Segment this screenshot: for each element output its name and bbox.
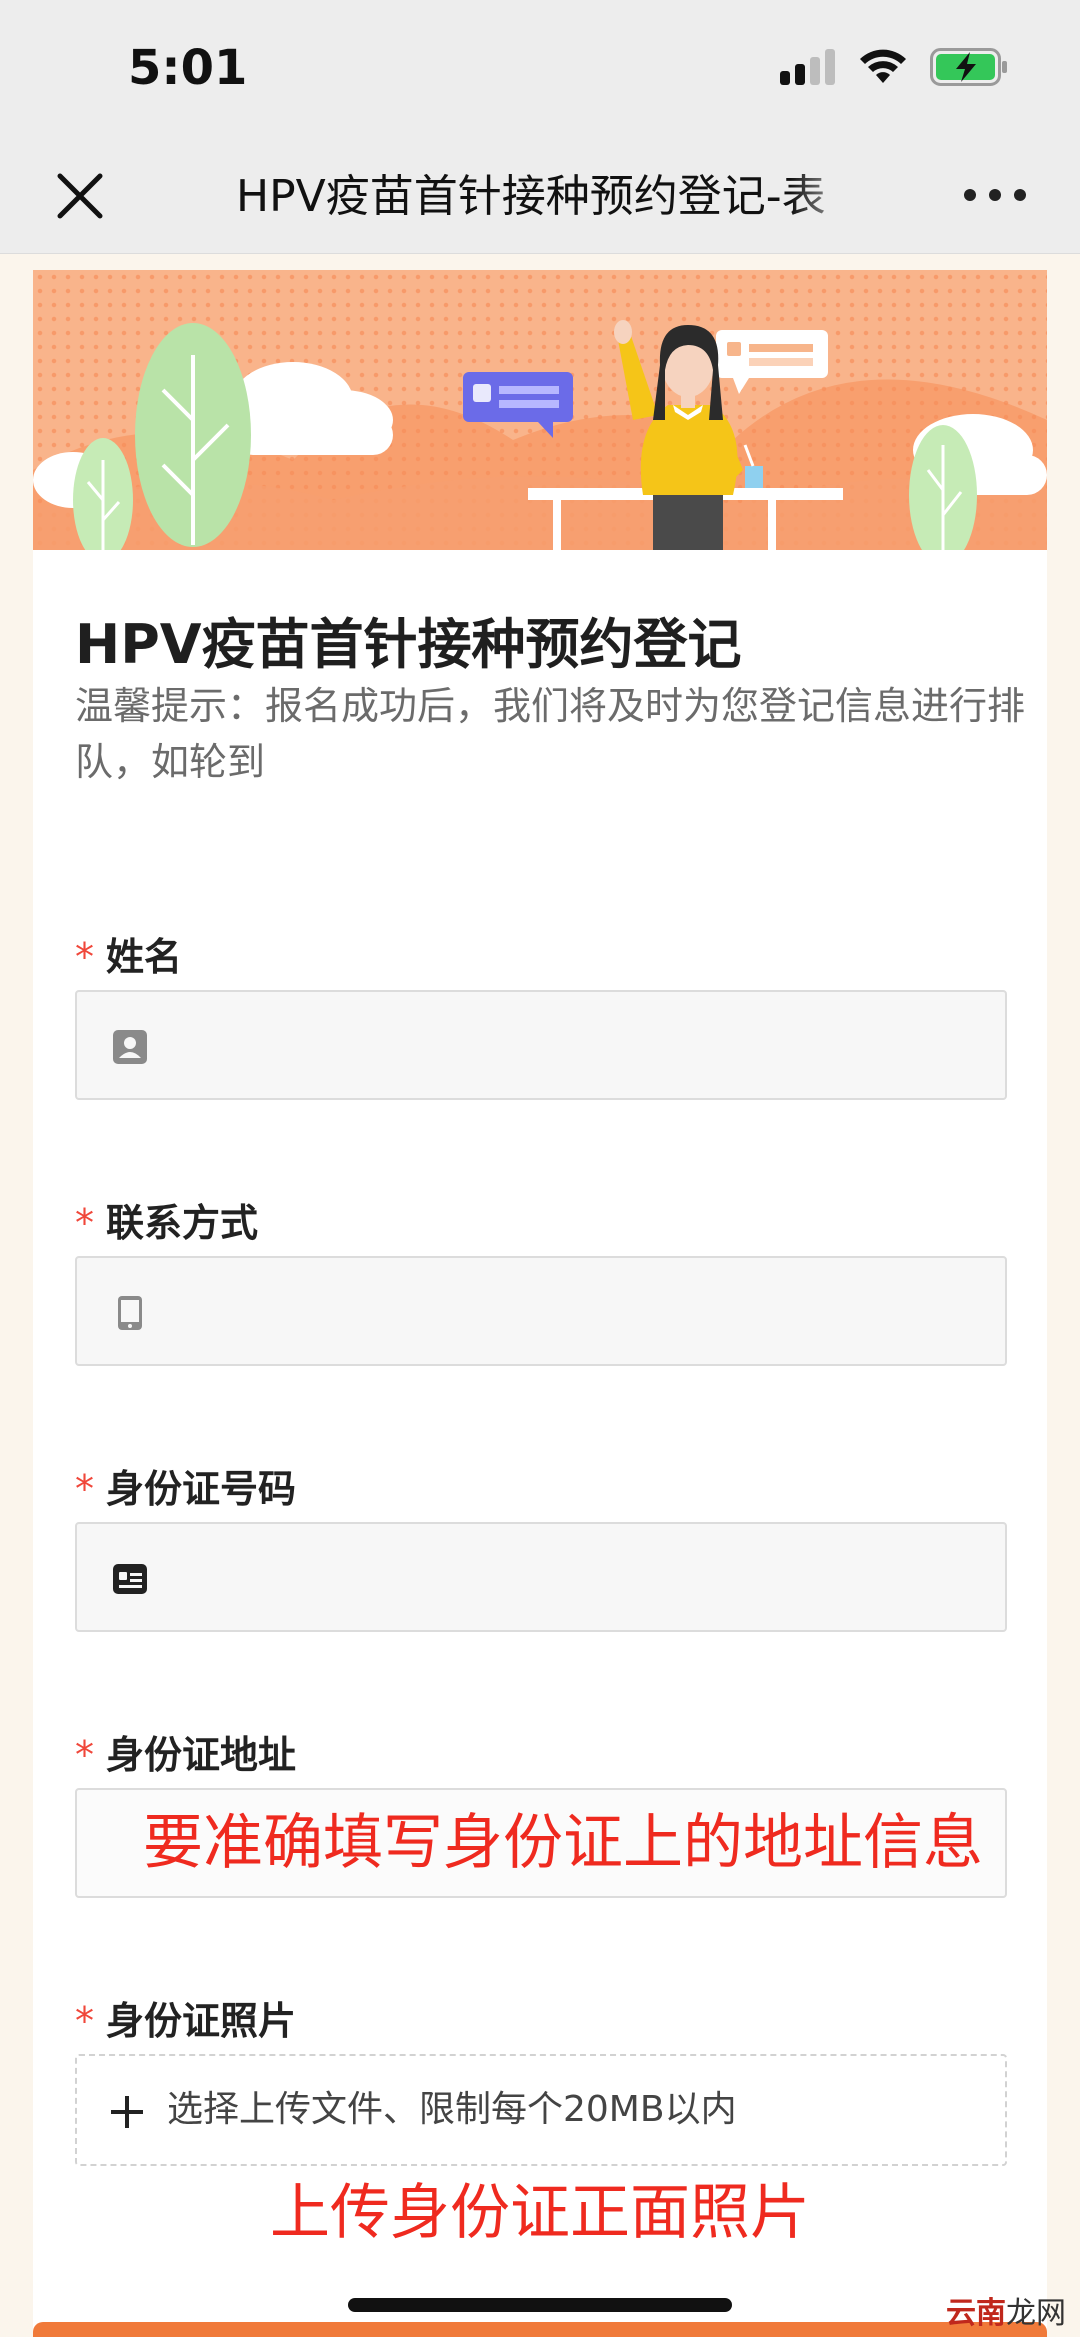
submit-button[interactable] [33, 2322, 1047, 2337]
home-indicator [348, 2298, 732, 2312]
person-card-icon [113, 1030, 147, 1064]
required-mark: * [75, 1201, 94, 1245]
field-label-text: 身份证照片 [106, 1999, 297, 2043]
watermark: 云南龙网 [946, 2288, 1066, 2332]
banner-art [33, 320, 1047, 550]
status-icons [780, 48, 1008, 86]
watermark-part-1: 云南 [946, 2296, 1006, 2331]
nav-bar: HPV疫苗首针接种预约登记-表 [0, 140, 1080, 254]
name-field[interactable] [75, 990, 1007, 1100]
status-time: 5:01 [128, 40, 248, 96]
id-address-field[interactable]: 要准确填写身份证上的地址信息 [75, 1788, 1007, 1898]
address-annotation: 要准确填写身份证上的地址信息 [143, 1808, 983, 1878]
field-label-text: 身份证地址 [106, 1733, 297, 1777]
battery-charging-icon [930, 48, 1007, 86]
watermark-part-2: 龙网 [1006, 2296, 1066, 2331]
field-label-text: 身份证号码 [106, 1467, 297, 1511]
photo-annotation: 上传身份证正面照片 [270, 2178, 810, 2248]
nav-title: HPV疫苗首针接种预约登记-表 [236, 171, 826, 222]
close-icon[interactable] [50, 166, 110, 226]
required-mark: * [75, 1467, 94, 1511]
form-title: HPV疫苗首针接种预约登记 [75, 613, 742, 676]
field-label-id-address: * 身份证地址 [75, 1724, 296, 1779]
phone-icon [118, 1296, 142, 1330]
wifi-icon [860, 49, 906, 83]
field-label-name: * 姓名 [75, 926, 182, 981]
status-bar: 5:01 [0, 0, 1080, 140]
upload-text: 选择上传文件、限制每个20MB以内 [167, 2089, 737, 2130]
field-label-id-photo: * 身份证照片 [75, 1990, 296, 2045]
field-label-phone: * 联系方式 [75, 1192, 258, 1247]
required-mark: * [75, 1999, 94, 2043]
plus-icon [111, 2096, 143, 2128]
cellular-signal-icon [780, 49, 835, 85]
phone-field[interactable] [75, 1256, 1007, 1366]
form-hint: 温馨提示：报名成功后，我们将及时为您登记信息进行排队，如轮到 [75, 684, 1026, 784]
id-number-input[interactable] [173, 1524, 993, 1630]
field-label-text: 联系方式 [106, 1201, 259, 1245]
banner-illustration [33, 270, 1047, 550]
name-input[interactable] [173, 992, 993, 1098]
id-number-field[interactable] [75, 1522, 1007, 1632]
field-label-text: 姓名 [106, 935, 183, 979]
form-card: HPV疫苗首针接种预约登记 温馨提示：报名成功后，我们将及时为您登记信息进行排队… [33, 270, 1047, 2337]
required-mark: * [75, 1733, 94, 1777]
more-dots-icon[interactable] [960, 180, 1030, 210]
phone-input[interactable] [173, 1258, 993, 1364]
id-card-icon [113, 1564, 147, 1594]
upload-file-button[interactable]: 选择上传文件、限制每个20MB以内 [75, 2054, 1007, 2166]
required-mark: * [75, 935, 94, 979]
field-label-id-number: * 身份证号码 [75, 1458, 296, 1513]
